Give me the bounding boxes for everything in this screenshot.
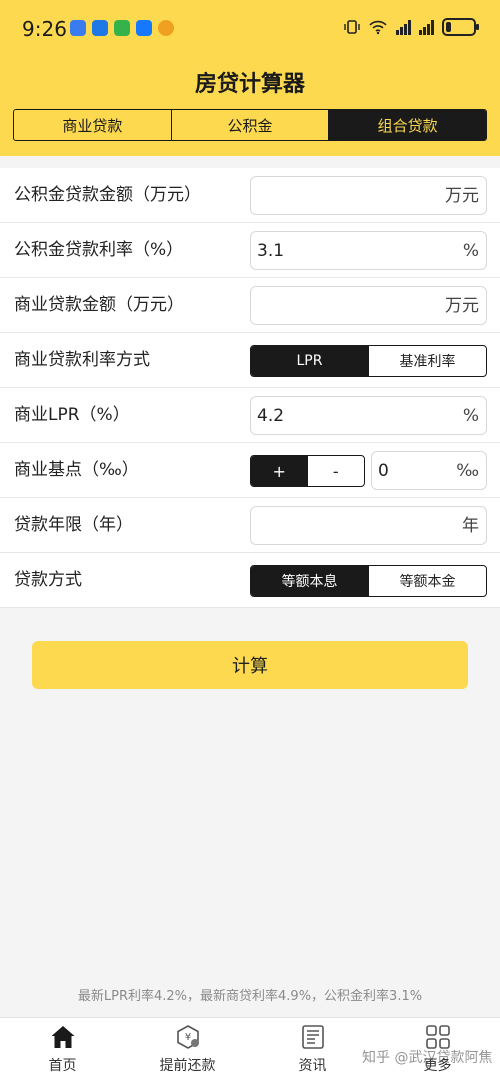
rate-mode-benchmark-button[interactable]: 基准利率	[368, 346, 486, 376]
term-input[interactable]: 年	[250, 506, 487, 545]
commercial-amount-unit: 万元	[445, 296, 479, 316]
provident-amount-label: 公积金贷款金额（万元）	[14, 185, 201, 205]
tab-prepayment-label: 提前还款	[159, 1058, 216, 1074]
commercial-amount-label: 商业贷款金额（万元）	[14, 295, 184, 315]
row-term: 贷款年限（年） 年	[0, 498, 500, 553]
tab-combined-loan[interactable]: 组合贷款	[328, 110, 486, 140]
row-repayment: 贷款方式 等额本息 等额本金	[0, 553, 500, 608]
tab-news[interactable]: 资讯	[250, 1018, 375, 1079]
plus-button[interactable]: +	[251, 456, 308, 486]
signal-icon-1	[396, 19, 411, 35]
row-commercial-amount: 商业贷款金额（万元） 万元	[0, 278, 500, 333]
zhihu-icon	[92, 20, 108, 36]
tab-provident-fund[interactable]: 公积金	[170, 110, 329, 140]
tab-prepayment[interactable]: ¥ 提前还款	[125, 1018, 250, 1079]
tab-home[interactable]: 首页	[0, 1018, 125, 1079]
basis-points-label: 商业基点（‰）	[14, 460, 139, 480]
app-header: 9:26 房贷计算器 商业贷款 公积金 组合贷款	[0, 0, 500, 156]
row-lpr: 商业LPR（%） 4.2 %	[0, 388, 500, 443]
tab-news-label: 资讯	[298, 1058, 327, 1074]
provident-amount-input[interactable]: 万元	[250, 176, 487, 215]
equal-installment-button[interactable]: 等额本息	[251, 566, 368, 596]
notification-icons	[70, 20, 174, 36]
provident-amount-unit: 万元	[445, 186, 479, 206]
row-rate-mode: 商业贷款利率方式 LPR 基准利率	[0, 333, 500, 388]
news-icon	[301, 1025, 324, 1049]
lpr-value: 4.2	[257, 406, 285, 426]
prepayment-icon: ¥	[176, 1025, 199, 1049]
rate-mode-label: 商业贷款利率方式	[14, 350, 150, 370]
rate-info-note: 最新LPR利率4.2%，最新商贷利率4.9%，公积金利率3.1%	[77, 989, 423, 1004]
basis-points-value: 0	[378, 461, 389, 481]
provident-rate-input[interactable]: 3.1 %	[250, 231, 487, 270]
loan-type-tabs: 商业贷款 公积金 组合贷款	[13, 109, 487, 141]
basis-points-unit: ‰	[456, 461, 479, 481]
lpr-input[interactable]: 4.2 %	[250, 396, 487, 435]
wifi-icon	[369, 20, 387, 35]
battery-icon	[442, 18, 479, 36]
status-time: 9:26	[22, 17, 67, 41]
row-provident-rate: 公积金贷款利率（%） 3.1 %	[0, 223, 500, 278]
loan-form: 公积金贷款金额（万元） 万元 公积金贷款利率（%） 3.1 % 商业贷款金额（万…	[0, 168, 500, 608]
watermark: 知乎 @武汉贷款阿焦	[362, 1050, 493, 1066]
tab-home-label: 首页	[48, 1058, 77, 1074]
lpr-unit: %	[462, 406, 479, 426]
term-label: 贷款年限（年）	[14, 515, 133, 535]
calculate-button[interactable]: 计算	[32, 641, 468, 689]
wechat-icon	[114, 20, 130, 36]
repayment-toggle: 等额本息 等额本金	[250, 565, 487, 597]
minus-button[interactable]: -	[308, 456, 365, 486]
rate-mode-lpr-button[interactable]: LPR	[251, 346, 368, 376]
rate-mode-toggle: LPR 基准利率	[250, 345, 487, 377]
home-icon	[51, 1026, 74, 1048]
repayment-label: 贷款方式	[14, 570, 82, 590]
tab-commercial-loan[interactable]: 商业贷款	[14, 110, 171, 140]
status-bar: 9:26	[0, 0, 500, 56]
page-title: 房贷计算器	[194, 72, 305, 97]
signal-icon-2	[419, 19, 434, 35]
app-notification-icon	[70, 20, 86, 36]
term-unit: 年	[462, 516, 479, 536]
provident-rate-label: 公积金贷款利率（%）	[14, 240, 184, 260]
basis-points-input[interactable]: 0 ‰	[371, 451, 487, 490]
basis-points-sign-toggle: + -	[250, 455, 365, 487]
row-provident-amount: 公积金贷款金额（万元） 万元	[0, 168, 500, 223]
row-basis-points: 商业基点（‰） + - 0 ‰	[0, 443, 500, 498]
provident-rate-value: 3.1	[257, 241, 285, 261]
lpr-label: 商业LPR（%）	[14, 405, 130, 425]
alarm-icon	[158, 20, 174, 36]
status-right	[344, 18, 479, 36]
vibrate-icon	[344, 20, 360, 34]
svg-text:¥: ¥	[184, 1032, 190, 1043]
alipay-icon	[136, 20, 152, 36]
provident-rate-unit: %	[462, 241, 479, 261]
commercial-amount-input[interactable]: 万元	[250, 286, 487, 325]
equal-principal-button[interactable]: 等额本金	[368, 566, 486, 596]
